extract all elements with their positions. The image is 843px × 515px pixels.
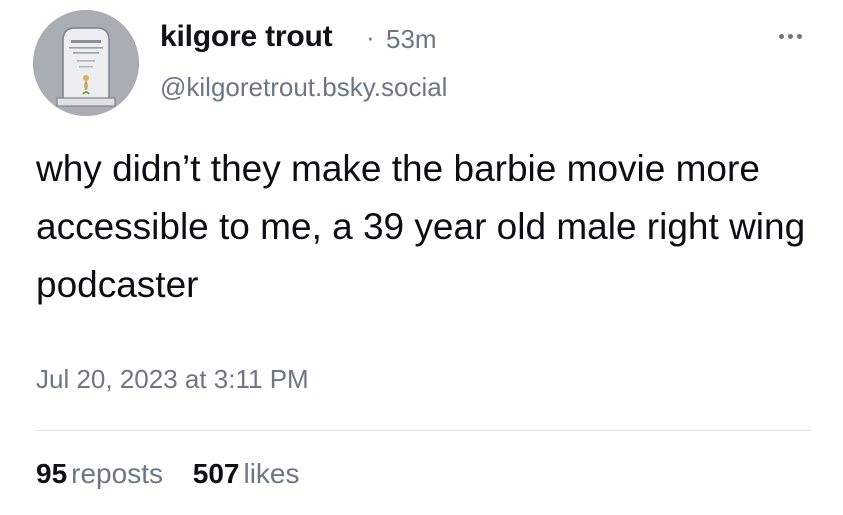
meta-separator: ·: [366, 22, 375, 52]
more-options-button[interactable]: [770, 26, 810, 46]
more-options-icon-dot: [778, 33, 784, 39]
author-handle[interactable]: @kilgoretrout.bsky.social: [160, 72, 447, 103]
post-stats: 95 reposts 507 likes: [36, 458, 322, 490]
relative-time[interactable]: 53m: [386, 24, 437, 55]
author-display-name[interactable]: kilgore trout: [160, 20, 333, 54]
reposts-label: reposts: [71, 458, 163, 489]
likes-stat[interactable]: 507 likes: [193, 458, 300, 490]
post: kilgore trout · 53m @kilgoretrout.bsky.s…: [0, 0, 843, 515]
tombstone-icon: [33, 10, 139, 116]
reposts-stat[interactable]: 95 reposts: [36, 458, 163, 490]
avatar[interactable]: [33, 10, 139, 116]
post-text: why didn’t they make the barbie movie mo…: [36, 148, 806, 305]
divider: [36, 430, 811, 431]
post-timestamp: Jul 20, 2023 at 3:11 PM: [36, 364, 309, 394]
likes-count: 507: [192, 458, 240, 489]
reposts-count: 95: [36, 458, 68, 489]
likes-label: likes: [243, 458, 300, 489]
more-options-icon-dot: [796, 33, 802, 39]
more-options-icon-dot: [787, 33, 793, 39]
